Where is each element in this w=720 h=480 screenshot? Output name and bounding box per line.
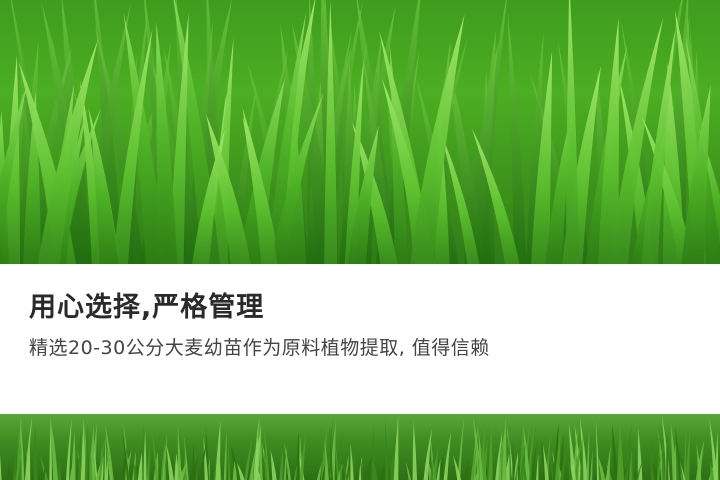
grass-blade [371,426,375,480]
grass-blade [385,419,389,480]
grass-blade [0,454,2,480]
grass-blade [215,420,221,480]
lawn-photo [0,414,720,480]
grass-blade [488,423,493,480]
grass-blade [80,418,86,480]
grass-blade [228,442,231,480]
grass-blade [223,429,227,480]
grass-blade [631,435,635,480]
grass-blade [133,459,138,480]
grass-blade [279,447,284,480]
grass-blade [512,439,515,480]
grass-blade [590,448,593,480]
grass-blade [65,417,72,480]
grass-blade [507,13,527,264]
headline: 用心选择,严格管理 [29,292,265,323]
grass-blade [586,427,590,480]
grass-blade [177,425,182,480]
grass-blade [715,429,719,480]
subline: 精选20-30公分大麦幼苗作为原料植物提取, 值得信赖 [29,337,490,359]
lawn-illustration [0,414,720,480]
grass-blade [270,450,277,480]
grass-blade [156,21,178,264]
text-panel: 用心选择,严格管理 精选20-30公分大麦幼苗作为原料植物提取, 值得信赖 [0,264,720,414]
grass-blade [683,424,687,480]
grass-blade [137,452,143,480]
grass-blade [146,443,150,480]
grass-blade [33,423,38,480]
grass-blade [380,463,386,480]
grass-blade [7,462,12,480]
grass-blade [463,459,470,480]
grass-blade [104,434,107,480]
grass-blade [443,431,452,480]
grass-blade [71,429,76,480]
tall-grass-photo [0,0,720,264]
grass-blade [536,453,539,480]
promo-page: 用心选择,严格管理 精选20-30公分大麦幼苗作为原料植物提取, 值得信赖 [0,0,720,480]
grass-blade [50,420,58,480]
grass-blade [612,423,618,480]
grass-blade [77,430,81,480]
grass-blade [412,420,418,480]
grass-blade [405,461,412,480]
grass-blade [595,418,600,480]
grass-blades-illustration [0,0,720,264]
grass-blade [566,0,580,264]
grass-blade [666,429,669,480]
grass-blade [259,414,263,480]
